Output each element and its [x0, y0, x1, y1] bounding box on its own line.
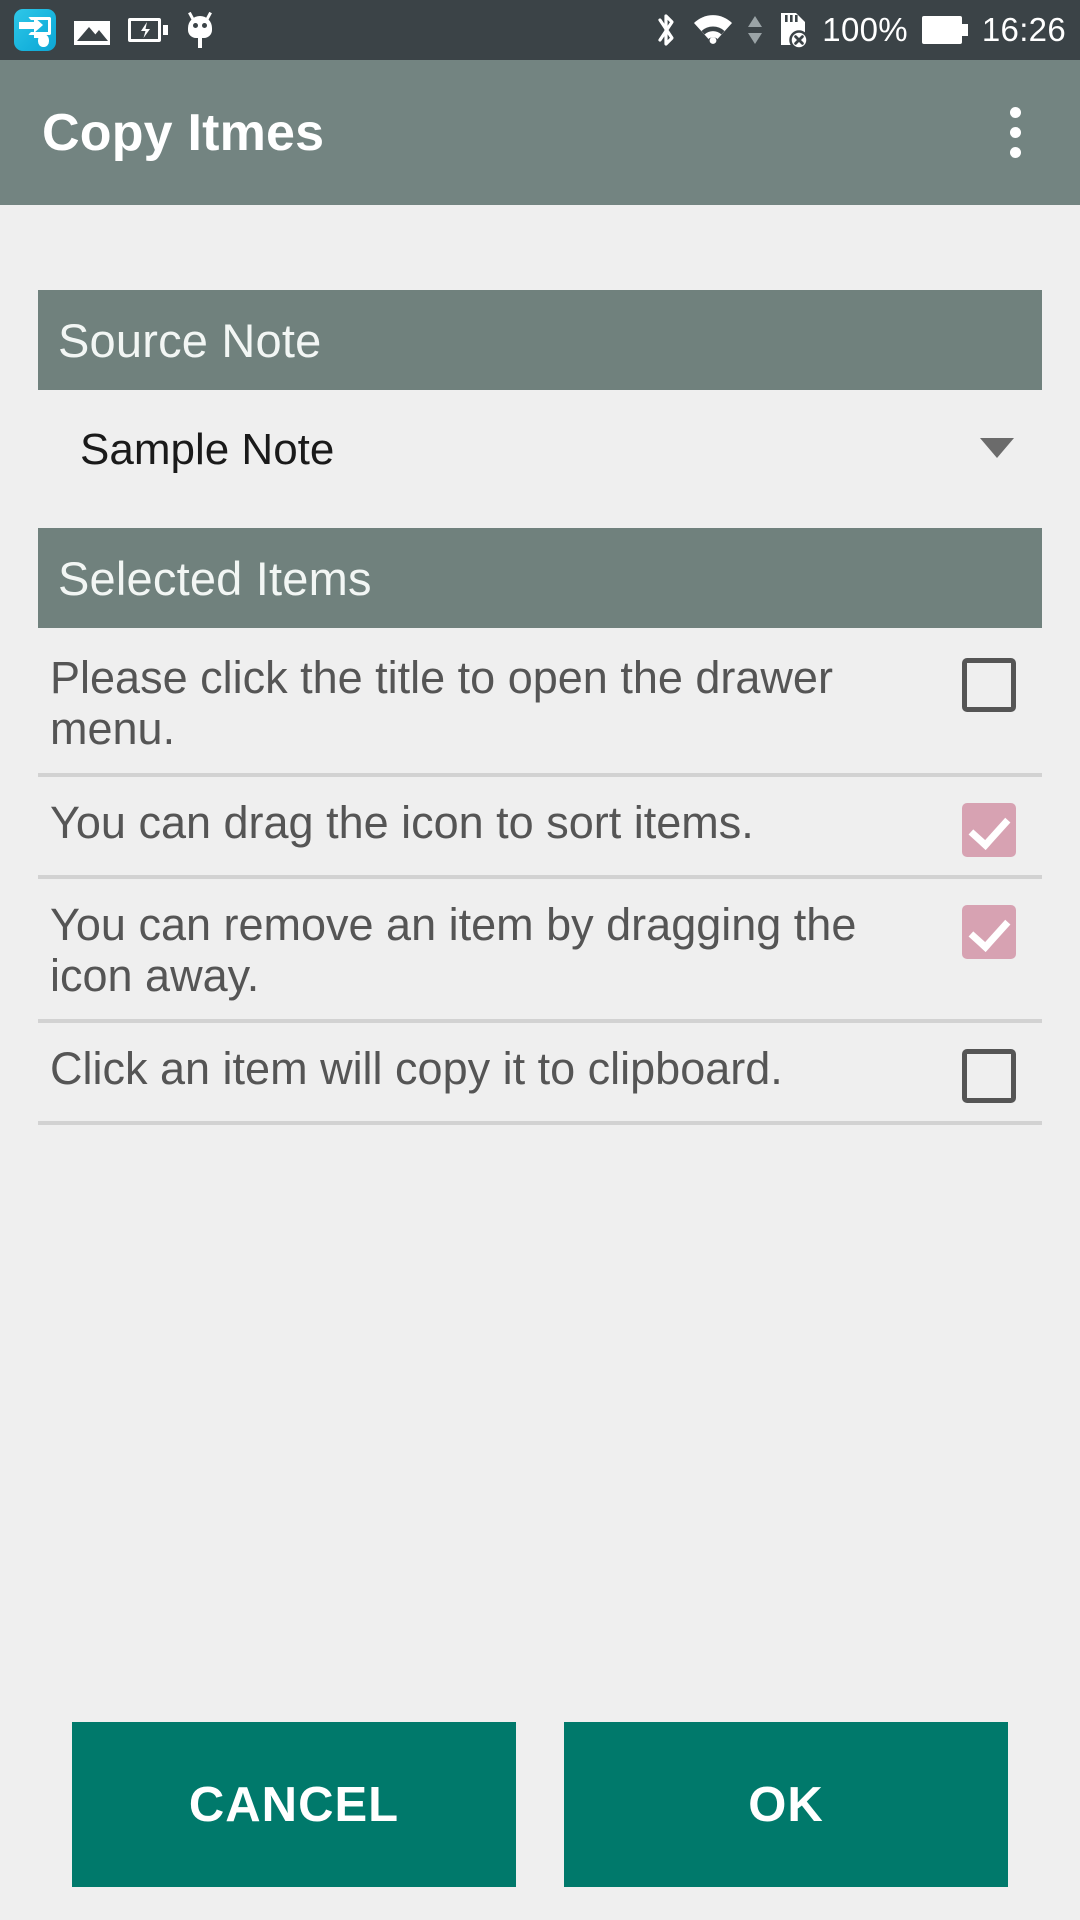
page-title: Copy Itmes — [42, 103, 325, 162]
source-note-section-header: Source Note — [38, 290, 1042, 390]
cancel-button[interactable]: CANCEL — [72, 1722, 516, 1887]
ok-button[interactable]: OK — [564, 1722, 1008, 1887]
selected-items-section-header: Selected Items — [38, 528, 1042, 628]
overflow-dot — [1009, 107, 1021, 118]
overflow-dot — [1009, 147, 1021, 158]
list-item-label: You can drag the icon to sort items. — [50, 796, 754, 848]
usb-debugging-icon — [186, 11, 214, 48]
source-note-header-label: Source Note — [58, 313, 322, 367]
wifi-icon — [692, 14, 734, 46]
app-screen: 100% 16:26 Copy Itmes Source Note Sample… — [0, 0, 1080, 1920]
chevron-down-icon — [980, 438, 1014, 458]
list-item-checkbox[interactable] — [962, 904, 1016, 959]
overflow-menu-icon[interactable] — [992, 93, 1038, 173]
sd-card-error-icon — [776, 11, 810, 50]
list-item[interactable]: Please click the title to open the drawe… — [38, 632, 1042, 777]
status-bar: 100% 16:26 — [0, 0, 1080, 60]
bluetooth-icon — [654, 11, 678, 49]
list-item-label: You can remove an item by dragging the i… — [50, 898, 857, 1001]
list-item-label: Please click the title to open the drawe… — [50, 652, 833, 755]
battery-full-icon — [921, 16, 968, 44]
screen-cast-app-icon — [14, 9, 56, 51]
list-item-label: Click an item will copy it to clipboard. — [50, 1043, 783, 1095]
dialog-button-bar: CANCEL OK — [0, 1705, 1080, 1920]
app-bar: Copy Itmes — [0, 60, 1080, 205]
battery-percent-label: 100% — [822, 11, 908, 48]
source-note-spinner[interactable]: Sample Note — [38, 390, 1042, 510]
data-transfer-arrows-icon — [748, 14, 763, 46]
list-item-checkbox[interactable] — [962, 1049, 1016, 1104]
selected-items-list: Please click the title to open the drawe… — [38, 628, 1042, 1126]
gallery-image-icon — [74, 15, 110, 45]
list-item[interactable]: You can remove an item by dragging the i… — [38, 879, 1042, 1024]
list-item[interactable]: Click an item will copy it to clipboard. — [38, 1023, 1042, 1126]
list-item[interactable]: You can drag the icon to sort items. — [38, 777, 1042, 879]
status-bar-right-icons: 100% 16:26 — [654, 11, 1066, 50]
status-bar-left-icons — [14, 9, 214, 51]
battery-charging-icon — [128, 18, 168, 42]
overflow-dot — [1009, 127, 1021, 138]
dialog-content: Source Note Sample Note Selected Items P… — [0, 205, 1080, 1705]
list-item-checkbox[interactable] — [962, 658, 1016, 712]
selected-items-header-label: Selected Items — [58, 551, 372, 605]
list-item-checkbox[interactable] — [962, 802, 1016, 857]
clock-label: 16:26 — [981, 11, 1066, 48]
source-note-selected-value: Sample Note — [80, 425, 335, 474]
